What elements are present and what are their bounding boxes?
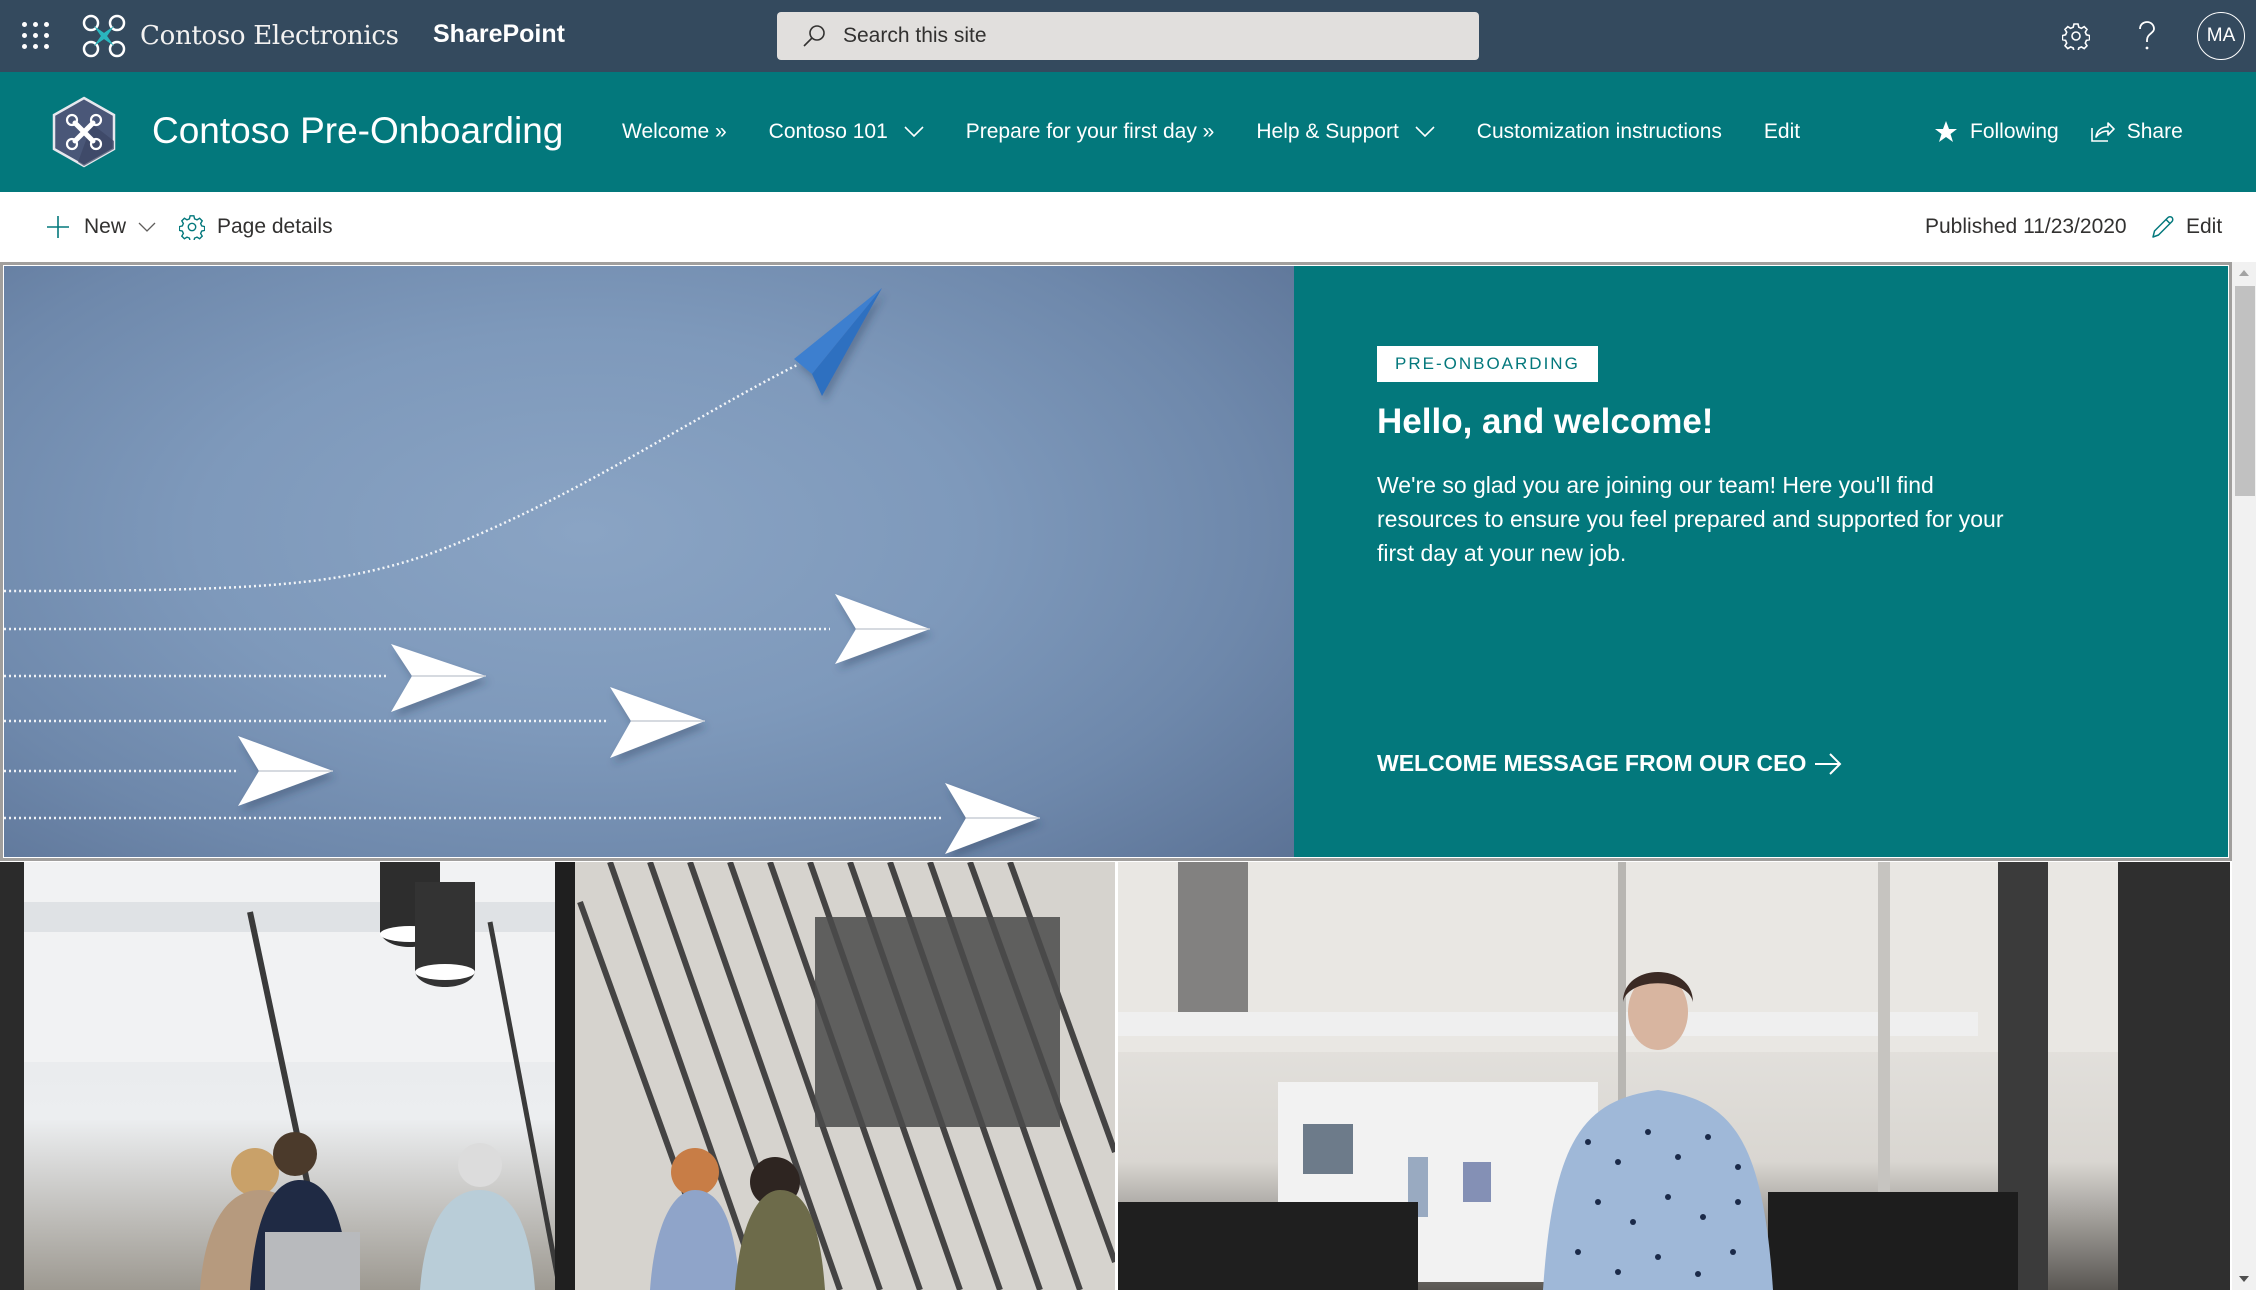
brand-name: Contoso Electronics <box>140 21 399 51</box>
page-details-label: Page details <box>217 215 333 238</box>
site-logo-icon[interactable] <box>48 96 120 168</box>
nav-item-help-support[interactable]: Help & Support <box>1256 120 1435 144</box>
arrow-right-icon <box>1815 752 1842 775</box>
meeting-room-photo[interactable] <box>0 862 1115 1290</box>
scroll-thumb[interactable] <box>2235 286 2255 496</box>
published-date: Published 11/23/2020 <box>1925 215 2127 238</box>
nav-item-label: Edit <box>1763 120 1801 143</box>
avatar-initials: MA <box>2206 25 2236 46</box>
nav-item-welcome[interactable]: Welcome » <box>622 120 727 144</box>
share-icon <box>2090 122 2115 142</box>
meeting-room-illustration <box>0 862 1115 1290</box>
share-label: Share <box>2126 120 2183 143</box>
badge-label: PRE-ONBOARDING <box>1395 354 1580 373</box>
nav-item-label: Customization instructions <box>1476 120 1722 143</box>
published-status: Published 11/23/2020 <box>1925 192 2127 262</box>
gear-icon <box>179 215 205 240</box>
chevron-down-icon <box>904 126 924 138</box>
search-icon <box>803 25 825 47</box>
employee-portrait-photo[interactable] <box>1118 862 2230 1290</box>
star-icon <box>1935 121 1957 142</box>
site-title[interactable]: Contoso Pre-Onboarding <box>152 110 563 152</box>
chevron-down-icon <box>1415 126 1435 138</box>
topic-badge: PRE-ONBOARDING <box>1377 346 1598 382</box>
nav-item-customization[interactable]: Customization instructions <box>1477 120 1722 144</box>
ceo-message-link[interactable]: WELCOME MESSAGE FROM OUR CEO <box>1377 750 1842 777</box>
settings-button[interactable] <box>2056 16 2096 56</box>
nav-item-contoso-101[interactable]: Contoso 101 <box>769 120 924 144</box>
scroll-up-button[interactable] <box>2232 262 2256 284</box>
share-button[interactable]: Share <box>2090 120 2183 144</box>
plus-icon <box>47 216 69 238</box>
nav-item-edit[interactable]: Edit <box>1764 120 1800 144</box>
new-button[interactable]: New <box>46 192 156 262</box>
page-details-button[interactable]: Page details <box>179 192 333 262</box>
paper-planes-illustration <box>4 288 1040 854</box>
caret-up-icon <box>2239 270 2249 276</box>
help-button[interactable] <box>2127 16 2167 56</box>
search-box[interactable] <box>777 12 1479 60</box>
app-name-link[interactable]: SharePoint <box>433 20 565 49</box>
ceo-message-label: WELCOME MESSAGE FROM OUR CEO <box>1377 750 1807 776</box>
pencil-icon <box>2152 216 2174 238</box>
nav-item-prepare-first-day[interactable]: Prepare for your first day » <box>966 120 1215 144</box>
app-launcher-icon[interactable] <box>22 22 50 50</box>
command-bar: New Page details Published 11/23/2020 Ed… <box>0 192 2256 262</box>
following-label: Following <box>1970 120 2059 143</box>
brand-logo-link[interactable]: Contoso Electronics <box>80 10 399 62</box>
edit-page-button[interactable]: Edit <box>2151 192 2222 262</box>
nav-item-label: Prepare for your first day » <box>965 120 1215 143</box>
contoso-logo-icon <box>82 14 126 58</box>
hero-description: We're so glad you are joining our team! … <box>1377 472 2004 566</box>
following-button[interactable]: Following <box>1934 120 2059 144</box>
caret-down-icon <box>2239 1276 2249 1282</box>
question-icon <box>2139 21 2155 50</box>
site-header: Contoso Pre-Onboarding Welcome » Contoso… <box>0 72 2256 192</box>
nav-item-label: Help & Support <box>1256 120 1399 143</box>
suite-bar: Contoso Electronics SharePoint MA <box>0 0 2256 72</box>
scroll-down-button[interactable] <box>2232 1268 2256 1290</box>
gear-icon <box>2062 23 2090 50</box>
hero-text-panel: PRE-ONBOARDING Hello, and welcome! We're… <box>1294 266 2228 857</box>
chevron-down-icon <box>138 222 156 232</box>
page-scrollbar[interactable] <box>2232 262 2256 1290</box>
hero-title: Hello, and welcome! <box>1377 402 1714 441</box>
edit-label: Edit <box>2186 215 2223 238</box>
site-navigation: Welcome » Contoso 101 Prepare for your f… <box>622 72 1842 192</box>
office-portrait-illustration <box>1118 862 2230 1290</box>
nav-item-label: Contoso 101 <box>768 120 888 143</box>
account-avatar[interactable]: MA <box>2197 12 2245 60</box>
nav-item-label: Welcome » <box>622 120 727 143</box>
hero-webpart: PRE-ONBOARDING Hello, and welcome! We're… <box>0 262 2232 861</box>
hero-image[interactable] <box>4 266 1294 857</box>
search-input[interactable] <box>843 24 1443 48</box>
new-label: New <box>84 215 127 238</box>
site-actions: Following Share <box>1934 72 2215 192</box>
